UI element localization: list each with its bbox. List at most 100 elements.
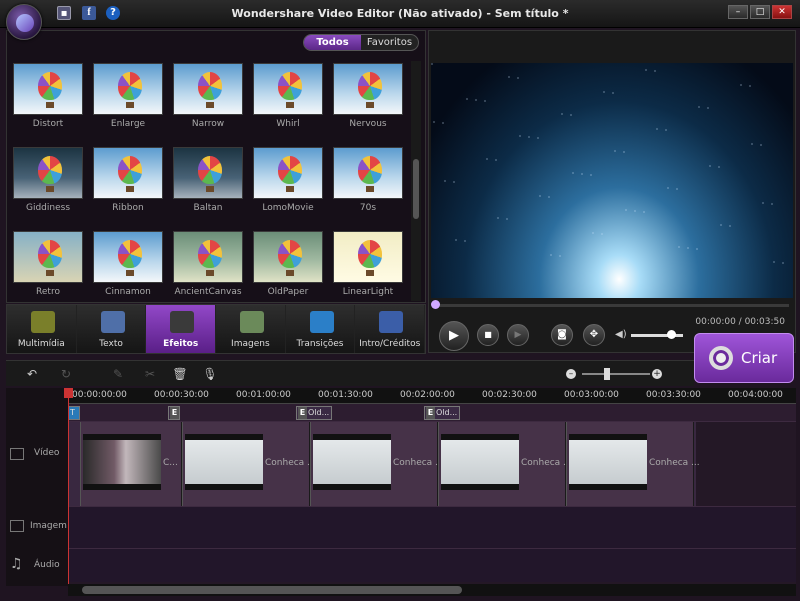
zoom-slider[interactable] (582, 373, 650, 375)
app-logo-icon[interactable] (6, 4, 42, 40)
star (623, 151, 625, 153)
time-readout: 00:00:00 / 00:03:50 (695, 317, 785, 327)
balloon-icon (278, 240, 302, 276)
minimize-button[interactable]: – (728, 5, 748, 19)
seek-bar[interactable] (435, 304, 789, 307)
timeline-ruler[interactable]: 00:00:00:00 00:00:30:00 00:01:00:00 00:01:3… (68, 388, 796, 404)
effects-scrollbar[interactable] (411, 61, 421, 301)
volume-icon[interactable]: ◀) (615, 329, 627, 340)
tab-transi-es[interactable]: Transições (286, 305, 356, 353)
redo-icon[interactable]: ↻ (58, 366, 74, 382)
snapshot-icon[interactable]: ◙ (551, 324, 573, 346)
effects-scroll-thumb[interactable] (413, 159, 419, 219)
tab-efeitos[interactable]: Efeitos (146, 305, 217, 353)
effect-item[interactable]: Giddiness (11, 145, 85, 225)
star (645, 69, 647, 71)
effect-item[interactable]: Retro (11, 229, 85, 309)
tab-texto[interactable]: Texto (77, 305, 147, 353)
effect-item[interactable]: Cinnamon (91, 229, 165, 309)
balloon-icon (198, 72, 222, 108)
effect-marker-letter: E (170, 407, 179, 419)
tab-imagens[interactable]: Imagens (216, 305, 286, 353)
effect-item[interactable]: Nervous (331, 61, 405, 141)
video-clip[interactable]: Conheca ... (310, 422, 444, 506)
clip-label: Conheca ... (393, 458, 444, 468)
delete-icon[interactable]: 🗑 (172, 366, 188, 382)
star (475, 99, 477, 101)
zoom-out-icon[interactable]: – (566, 369, 576, 379)
balloon-icon (118, 240, 142, 276)
effect-item[interactable]: Enlarge (91, 61, 165, 141)
create-button[interactable]: Criar (694, 333, 794, 383)
close-button[interactable]: ✕ (772, 5, 792, 19)
star (678, 246, 680, 248)
volume-knob[interactable] (666, 330, 676, 339)
star (707, 107, 709, 109)
microphone-icon[interactable]: 🎙 (202, 366, 218, 382)
filter-all-button[interactable]: Todos (304, 35, 361, 50)
video-clip[interactable]: Conheca ... (438, 422, 572, 506)
effect-thumbnail (333, 63, 403, 115)
effect-item[interactable]: OldPaper (251, 229, 325, 309)
star (698, 106, 700, 108)
star (592, 232, 594, 234)
effect-marker[interactable]: E Old... (424, 406, 460, 420)
effect-item[interactable]: Narrow (171, 61, 245, 141)
video-clip[interactable]: Conheca ... (182, 422, 316, 506)
maximize-button[interactable]: □ (750, 5, 770, 19)
effect-label: Retro (36, 287, 60, 297)
title-bar: ▪ f ? Wondershare Video Editor (Não ativ… (0, 0, 800, 28)
star (548, 196, 550, 198)
edit-icon[interactable]: ✎ (110, 366, 126, 382)
stop-button[interactable]: ■ (477, 324, 499, 346)
fullscreen-icon[interactable]: ✥ (583, 324, 605, 346)
effect-item[interactable]: LinearLight (331, 229, 405, 309)
star (572, 172, 574, 174)
effect-thumbnail (13, 63, 83, 115)
seek-knob[interactable] (431, 300, 440, 309)
text-marker[interactable]: T (68, 406, 80, 420)
effect-item[interactable]: LomoMovie (251, 145, 325, 225)
window-controls: – □ ✕ (728, 5, 792, 19)
effect-item[interactable]: Whirl (251, 61, 325, 141)
track-headers: Vídeo Imagem ♫ Áudio (6, 388, 68, 586)
undo-icon[interactable]: ↶ (24, 366, 40, 382)
effect-marker[interactable]: E (168, 406, 180, 420)
playhead[interactable] (68, 388, 69, 588)
star (453, 181, 455, 183)
category-icon (100, 311, 125, 333)
effect-item[interactable]: Baltan (171, 145, 245, 225)
effect-thumbnail (333, 231, 403, 283)
effect-marker[interactable]: E Old... (296, 406, 332, 420)
effect-label: LomoMovie (262, 203, 314, 213)
timeline-scroll-thumb[interactable] (82, 586, 462, 594)
star (614, 150, 616, 152)
timeline-tracks: T E E Old... E Old... C... Conheca ... Conhe… (68, 404, 796, 586)
next-frame-button[interactable]: ▶ (507, 324, 529, 346)
star (495, 159, 497, 161)
image-track-icon (10, 520, 24, 532)
play-button[interactable]: ▶ (439, 321, 469, 351)
star (773, 261, 775, 263)
timeline-scrollbar[interactable] (68, 584, 796, 596)
video-clip[interactable]: C... (80, 422, 182, 506)
video-clip[interactable]: Conheca ... (566, 422, 700, 506)
effect-item[interactable]: 70s (331, 145, 405, 225)
effect-thumbnail (333, 147, 403, 199)
effect-item[interactable]: Distort (11, 61, 85, 141)
filter-favorites-button[interactable]: Favoritos (361, 35, 418, 50)
zoom-in-icon[interactable]: + (652, 369, 662, 379)
library-filter-toggle: Todos Favoritos (303, 34, 419, 51)
star (612, 92, 614, 94)
ruler-tick: 00:01:30:00 (318, 390, 373, 400)
effect-item[interactable]: Ribbon (91, 145, 165, 225)
zoom-knob[interactable] (604, 368, 610, 380)
effect-label: OldPaper (267, 287, 309, 297)
effect-label: 70s (359, 203, 377, 213)
cut-icon[interactable]: ✂ (142, 366, 158, 382)
category-label: Efeitos (163, 339, 199, 349)
tab-intro-cr-ditos[interactable]: Intro/Créditos (355, 305, 426, 353)
tab-multim-dia[interactable]: Multimídia (7, 305, 77, 353)
effect-item[interactable]: AncientCanvas (171, 229, 245, 309)
star (528, 136, 530, 138)
